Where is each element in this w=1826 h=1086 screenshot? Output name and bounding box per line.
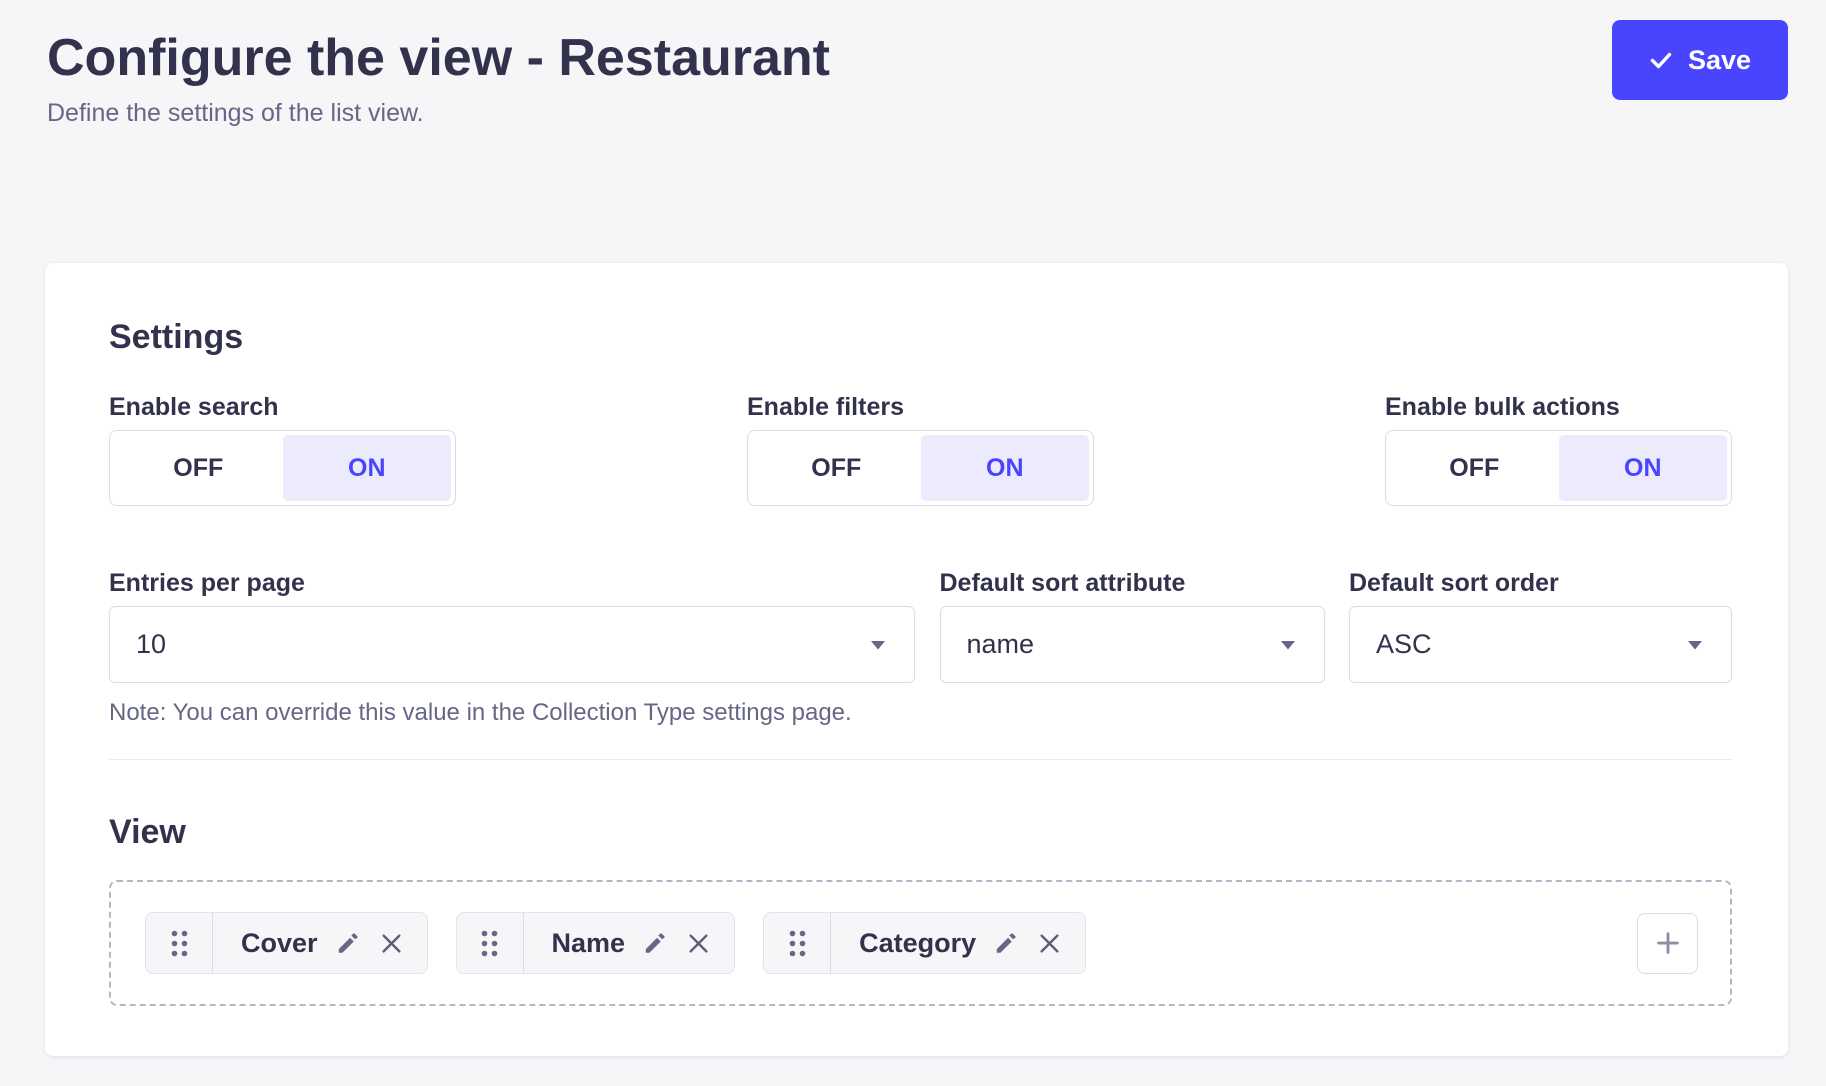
remove-field-button[interactable]: [685, 930, 712, 957]
field-chip-label: Name: [552, 928, 626, 959]
displayed-fields-dropzone: Cover: [109, 880, 1732, 1006]
default-sort-order-value: ASC: [1376, 629, 1432, 660]
save-button[interactable]: Save: [1612, 20, 1788, 100]
entries-per-page-value: 10: [136, 629, 166, 660]
enable-bulk-actions-field: Enable bulk actions OFF ON: [1385, 393, 1732, 506]
save-button-label: Save: [1688, 45, 1751, 76]
chevron-down-icon: [870, 640, 886, 650]
close-icon: [378, 930, 405, 957]
view-heading: View: [109, 812, 1732, 852]
add-field-button[interactable]: [1637, 913, 1698, 974]
enable-bulk-actions-on-option[interactable]: ON: [1559, 435, 1728, 501]
enable-bulk-actions-label: Enable bulk actions: [1385, 393, 1732, 421]
close-icon: [685, 930, 712, 957]
field-chip-name: Name: [456, 912, 736, 974]
section-divider: [109, 759, 1732, 760]
remove-field-button[interactable]: [1036, 930, 1063, 957]
default-sort-attribute-value: name: [967, 629, 1035, 660]
remove-field-button[interactable]: [378, 930, 405, 957]
enable-filters-off-option[interactable]: OFF: [752, 435, 921, 501]
enable-filters-field: Enable filters OFF ON: [747, 393, 1094, 506]
field-chip-label: Cover: [241, 928, 318, 959]
page-header: Configure the view - Restaurant Define t…: [0, 0, 1826, 128]
entries-per-page-label: Entries per page: [109, 569, 915, 597]
drag-handle-icon: [479, 928, 500, 959]
drag-handle[interactable]: [457, 913, 524, 973]
drag-handle-icon: [169, 928, 190, 959]
page-title: Configure the view - Restaurant: [47, 26, 830, 90]
enable-search-on-option[interactable]: ON: [283, 435, 452, 501]
pencil-icon: [642, 930, 668, 956]
enable-filters-toggle: OFF ON: [747, 430, 1094, 506]
chevron-down-icon: [1280, 640, 1296, 650]
toggles-row: Enable search OFF ON Enable filters OFF …: [109, 393, 1732, 506]
field-chip-category: Category: [763, 912, 1086, 974]
enable-search-toggle: OFF ON: [109, 430, 456, 506]
field-chip-body: Category: [831, 913, 1085, 973]
enable-filters-label: Enable filters: [747, 393, 1094, 421]
field-chip-body: Cover: [213, 913, 427, 973]
enable-search-field: Enable search OFF ON: [109, 393, 456, 506]
field-chip-cover: Cover: [145, 912, 428, 974]
enable-search-off-option[interactable]: OFF: [114, 435, 283, 501]
default-sort-order-select[interactable]: ASC: [1349, 606, 1732, 683]
page-subtitle: Define the settings of the list view.: [47, 98, 830, 128]
chevron-down-icon: [1687, 640, 1703, 650]
enable-search-label: Enable search: [109, 393, 456, 421]
drag-handle[interactable]: [764, 913, 831, 973]
enable-filters-on-option[interactable]: ON: [921, 435, 1090, 501]
entries-per-page-field: Entries per page 10: [109, 569, 915, 683]
entries-note: Note: You can override this value in the…: [109, 699, 1732, 727]
edit-field-button[interactable]: [993, 930, 1019, 956]
enable-bulk-actions-toggle: OFF ON: [1385, 430, 1732, 506]
settings-card: Settings Enable search OFF ON Enable fil…: [45, 263, 1788, 1056]
enable-bulk-actions-off-option[interactable]: OFF: [1390, 435, 1559, 501]
default-sort-attribute-select[interactable]: name: [940, 606, 1325, 683]
page-header-text: Configure the view - Restaurant Define t…: [47, 26, 830, 128]
default-sort-attribute-field: Default sort attribute name: [940, 569, 1325, 683]
drag-handle-icon: [787, 928, 808, 959]
selects-row: Entries per page 10 Default sort attribu…: [109, 569, 1732, 683]
pencil-icon: [335, 930, 361, 956]
field-chip-body: Name: [524, 913, 735, 973]
close-icon: [1036, 930, 1063, 957]
edit-field-button[interactable]: [335, 930, 361, 956]
default-sort-attribute-label: Default sort attribute: [940, 569, 1325, 597]
edit-field-button[interactable]: [642, 930, 668, 956]
default-sort-order-field: Default sort order ASC: [1349, 569, 1732, 683]
field-chip-label: Category: [859, 928, 976, 959]
settings-heading: Settings: [109, 317, 1732, 357]
entries-per-page-select[interactable]: 10: [109, 606, 915, 683]
drag-handle[interactable]: [146, 913, 213, 973]
default-sort-order-label: Default sort order: [1349, 569, 1732, 597]
plus-icon: [1653, 928, 1683, 958]
pencil-icon: [993, 930, 1019, 956]
check-icon: [1649, 48, 1673, 72]
